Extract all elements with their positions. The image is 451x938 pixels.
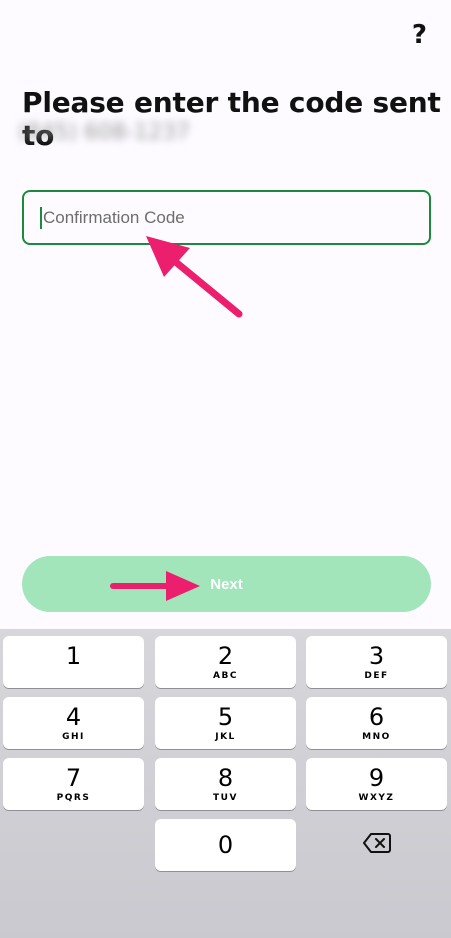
key-digit: 6 bbox=[368, 702, 385, 731]
key-letters: TUV bbox=[213, 792, 238, 803]
key-digit: 0 bbox=[217, 831, 234, 859]
key-letters: ABC bbox=[213, 670, 238, 681]
key-digit: 1 bbox=[65, 641, 82, 670]
key-0[interactable]: 0 bbox=[155, 819, 296, 871]
key-digit: 5 bbox=[217, 702, 234, 731]
text-caret bbox=[40, 206, 42, 229]
key-letters: WXYZ bbox=[358, 792, 395, 803]
help-button[interactable]: ? bbox=[412, 20, 427, 50]
backspace-key[interactable] bbox=[306, 819, 447, 871]
key-digit: 2 bbox=[217, 641, 234, 670]
key-letters: MNO bbox=[362, 731, 391, 742]
key-6[interactable]: 6 MNO bbox=[306, 697, 447, 749]
backspace-icon bbox=[362, 832, 391, 858]
arrow-to-code-field bbox=[146, 236, 243, 318]
key-letters: GHI bbox=[62, 731, 85, 742]
key-digit: 4 bbox=[65, 702, 82, 731]
key-4[interactable]: 4 GHI bbox=[3, 697, 144, 749]
key-8[interactable]: 8 TUV bbox=[155, 758, 296, 810]
key-digit: 7 bbox=[65, 763, 82, 792]
confirmation-code-field[interactable] bbox=[22, 190, 431, 245]
key-digit: 8 bbox=[217, 763, 234, 792]
key-letters: PQRS bbox=[56, 792, 91, 803]
numeric-keypad: 1 2 ABC 3 DEF 4 GHI 5 JKL 6 MNO 7 PQRS 8… bbox=[0, 629, 451, 938]
key-3[interactable]: 3 DEF bbox=[306, 636, 447, 688]
key-letters: DEF bbox=[364, 670, 389, 681]
key-digit: 9 bbox=[368, 763, 385, 792]
phone-number-blurred: (845) 608-1237 bbox=[18, 120, 191, 145]
key-digit: 3 bbox=[368, 641, 385, 670]
next-button[interactable]: Next bbox=[22, 556, 431, 612]
key-2[interactable]: 2 ABC bbox=[155, 636, 296, 688]
key-1[interactable]: 1 bbox=[3, 636, 144, 688]
key-5[interactable]: 5 JKL bbox=[155, 697, 296, 749]
key-letters: JKL bbox=[215, 731, 236, 742]
key-7[interactable]: 7 PQRS bbox=[3, 758, 144, 810]
key-9[interactable]: 9 WXYZ bbox=[306, 758, 447, 810]
confirmation-code-input[interactable] bbox=[43, 207, 403, 228]
